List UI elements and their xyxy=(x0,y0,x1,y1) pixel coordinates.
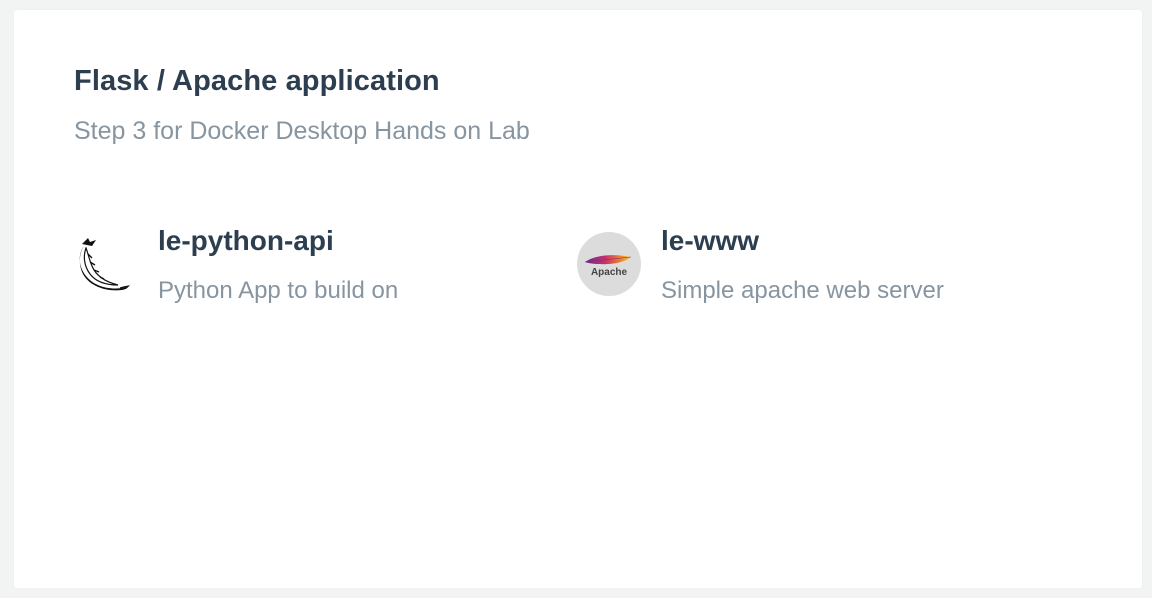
service-name: le-www xyxy=(661,225,760,256)
service-le-python-api[interactable]: le-python-api Python App to build on xyxy=(74,225,494,315)
app-subtitle: Step 3 for Docker Desktop Hands on Lab xyxy=(74,117,530,145)
app-title: Flask / Apache application xyxy=(74,65,440,97)
service-name: le-python-api xyxy=(158,225,334,256)
apache-logo-text: Apache xyxy=(591,267,628,278)
service-le-www[interactable]: Apache le-www Simple apache web server xyxy=(577,225,1037,315)
app-card: Flask / Apache application Step 3 for Do… xyxy=(14,10,1142,588)
service-description: Python App to build on xyxy=(158,277,399,304)
service-description: Simple apache web server xyxy=(661,277,944,304)
apache-feather-icon: Apache xyxy=(577,232,641,296)
flask-icon xyxy=(74,232,138,296)
